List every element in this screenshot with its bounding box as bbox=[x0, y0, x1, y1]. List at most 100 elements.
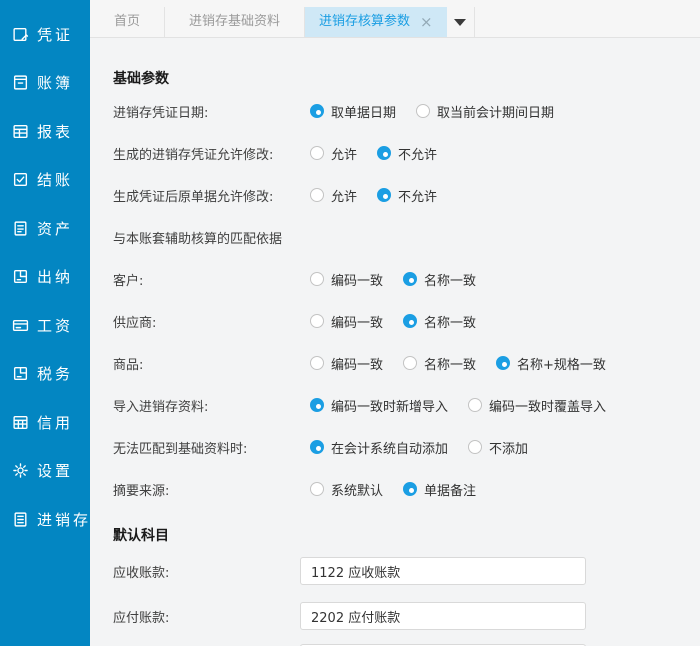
radio-icon[interactable] bbox=[416, 104, 430, 118]
match-basis-subtitle: 与本账套辅助核算的匹配依据 bbox=[113, 228, 282, 247]
closing-icon bbox=[12, 171, 29, 188]
sidebar: 凭证 账簿 报表 结账 资产 bbox=[0, 0, 90, 646]
tab-inventory-accounting-params[interactable]: 进销存核算参数 × bbox=[305, 7, 447, 37]
radio-label: 编码一致时新增导入 bbox=[331, 396, 448, 415]
radio-option[interactable]: 名称一致 bbox=[403, 270, 476, 289]
radio-option[interactable]: 在会计系统自动添加 bbox=[310, 438, 448, 457]
tab-list-dropdown[interactable] bbox=[447, 7, 475, 37]
report-icon bbox=[12, 123, 29, 140]
sidebar-item-cashier[interactable]: 出纳 bbox=[0, 253, 90, 302]
radio-label: 取单据日期 bbox=[331, 102, 396, 121]
radio-icon[interactable] bbox=[496, 356, 510, 370]
row-label: 生成凭证后原单据允许修改: bbox=[113, 186, 310, 205]
tab-inventory-base-data[interactable]: 进销存基础资料 bbox=[165, 7, 305, 37]
radio-label: 不允许 bbox=[398, 186, 437, 205]
radio-icon[interactable] bbox=[403, 482, 417, 496]
radio-group-voucher-editable: 允许 不允许 bbox=[310, 144, 437, 163]
radio-option[interactable]: 取单据日期 bbox=[310, 102, 396, 121]
radio-option[interactable]: 编码一致 bbox=[310, 312, 383, 331]
radio-icon[interactable] bbox=[310, 398, 324, 412]
field-label: 应收账款: bbox=[113, 562, 300, 581]
payable-account-input[interactable] bbox=[300, 602, 586, 630]
cashier-icon bbox=[12, 268, 29, 285]
radio-icon[interactable] bbox=[403, 272, 417, 286]
sidebar-item-credit[interactable]: 信用 bbox=[0, 398, 90, 447]
radio-icon[interactable] bbox=[468, 440, 482, 454]
radio-option[interactable]: 不允许 bbox=[377, 186, 437, 205]
field-row-payable: 应付账款: bbox=[113, 602, 700, 630]
tab-home[interactable]: 首页 bbox=[90, 7, 165, 37]
radio-icon[interactable] bbox=[310, 314, 324, 328]
radio-option[interactable]: 不添加 bbox=[468, 438, 528, 457]
sidebar-item-label: 账簿 bbox=[37, 72, 73, 93]
row-customer-match: 客户: 编码一致 名称一致 bbox=[113, 258, 700, 300]
basic-params-rows: 进销存凭证日期: 取单据日期 取当前会计期间日期 生成的进销存凭证允许修改: bbox=[113, 90, 700, 510]
sidebar-item-label: 信用 bbox=[37, 412, 73, 433]
sidebar-item-tax[interactable]: 税务 bbox=[0, 350, 90, 399]
radio-icon[interactable] bbox=[310, 356, 324, 370]
radio-icon[interactable] bbox=[403, 356, 417, 370]
radio-label: 允许 bbox=[331, 186, 357, 205]
sidebar-item-closing[interactable]: 结账 bbox=[0, 156, 90, 205]
radio-label: 不允许 bbox=[398, 144, 437, 163]
radio-icon[interactable] bbox=[310, 146, 324, 160]
row-voucher-date: 进销存凭证日期: 取单据日期 取当前会计期间日期 bbox=[113, 90, 700, 132]
radio-icon[interactable] bbox=[310, 104, 324, 118]
radio-label: 单据备注 bbox=[424, 480, 476, 499]
row-label: 供应商: bbox=[113, 312, 310, 331]
sidebar-item-assets[interactable]: 资产 bbox=[0, 204, 90, 253]
row-voucher-editable: 生成的进销存凭证允许修改: 允许 不允许 bbox=[113, 132, 700, 174]
tab-label: 进销存基础资料 bbox=[189, 14, 280, 29]
sidebar-item-voucher[interactable]: 凭证 bbox=[0, 10, 90, 59]
radio-icon[interactable] bbox=[310, 440, 324, 454]
radio-option[interactable]: 名称一致 bbox=[403, 312, 476, 331]
close-icon[interactable]: × bbox=[420, 15, 433, 30]
sidebar-item-ledger[interactable]: 账簿 bbox=[0, 59, 90, 108]
row-goods-match: 商品: 编码一致 名称一致 名称+规格一致 bbox=[113, 342, 700, 384]
radio-option[interactable]: 允许 bbox=[310, 186, 357, 205]
radio-icon[interactable] bbox=[310, 482, 324, 496]
radio-option[interactable]: 编码一致时覆盖导入 bbox=[468, 396, 606, 415]
radio-icon[interactable] bbox=[377, 146, 391, 160]
sidebar-item-label: 设置 bbox=[37, 460, 73, 481]
radio-label: 编码一致 bbox=[331, 270, 383, 289]
sidebar-item-label: 报表 bbox=[37, 121, 73, 142]
sidebar-item-label: 税务 bbox=[37, 363, 73, 384]
gear-icon bbox=[12, 462, 29, 479]
sidebar-item-label: 出纳 bbox=[37, 266, 73, 287]
radio-label: 名称+规格一致 bbox=[517, 354, 606, 373]
radio-option[interactable]: 不允许 bbox=[377, 144, 437, 163]
radio-icon[interactable] bbox=[403, 314, 417, 328]
radio-option[interactable]: 系统默认 bbox=[310, 480, 383, 499]
radio-icon[interactable] bbox=[468, 398, 482, 412]
row-label: 进销存凭证日期: bbox=[113, 102, 310, 121]
sidebar-item-report[interactable]: 报表 bbox=[0, 107, 90, 156]
radio-label: 名称一致 bbox=[424, 270, 476, 289]
radio-option[interactable]: 编码一致时新增导入 bbox=[310, 396, 448, 415]
radio-label: 取当前会计期间日期 bbox=[437, 102, 554, 121]
sidebar-item-salary[interactable]: 工资 bbox=[0, 301, 90, 350]
radio-option[interactable]: 单据备注 bbox=[403, 480, 476, 499]
radio-group-import-mode: 编码一致时新增导入 编码一致时覆盖导入 bbox=[310, 396, 606, 415]
radio-icon[interactable] bbox=[310, 188, 324, 202]
row-label: 摘要来源: bbox=[113, 480, 310, 499]
sidebar-item-settings[interactable]: 设置 bbox=[0, 447, 90, 496]
radio-icon[interactable] bbox=[377, 188, 391, 202]
sidebar-item-label: 进销存 bbox=[37, 509, 91, 530]
radio-option[interactable]: 允许 bbox=[310, 144, 357, 163]
row-match-subtitle: 与本账套辅助核算的匹配依据 bbox=[113, 216, 700, 258]
radio-group-voucher-date: 取单据日期 取当前会计期间日期 bbox=[310, 102, 554, 121]
radio-icon[interactable] bbox=[310, 272, 324, 286]
radio-option[interactable]: 名称一致 bbox=[403, 354, 476, 373]
radio-group-customer-match: 编码一致 名称一致 bbox=[310, 270, 476, 289]
radio-option[interactable]: 编码一致 bbox=[310, 270, 383, 289]
app-window: 凭证 账簿 报表 结账 资产 bbox=[0, 0, 700, 646]
radio-option[interactable]: 名称+规格一致 bbox=[496, 354, 606, 373]
sidebar-item-inventory[interactable]: 进销存 bbox=[0, 495, 90, 544]
receivable-account-input[interactable] bbox=[300, 557, 586, 585]
radio-option[interactable]: 取当前会计期间日期 bbox=[416, 102, 554, 121]
radio-option[interactable]: 编码一致 bbox=[310, 354, 383, 373]
voucher-icon bbox=[12, 26, 29, 43]
tab-bar: 首页 进销存基础资料 进销存核算参数 × bbox=[90, 0, 700, 38]
radio-group-summary-source: 系统默认 单据备注 bbox=[310, 480, 476, 499]
